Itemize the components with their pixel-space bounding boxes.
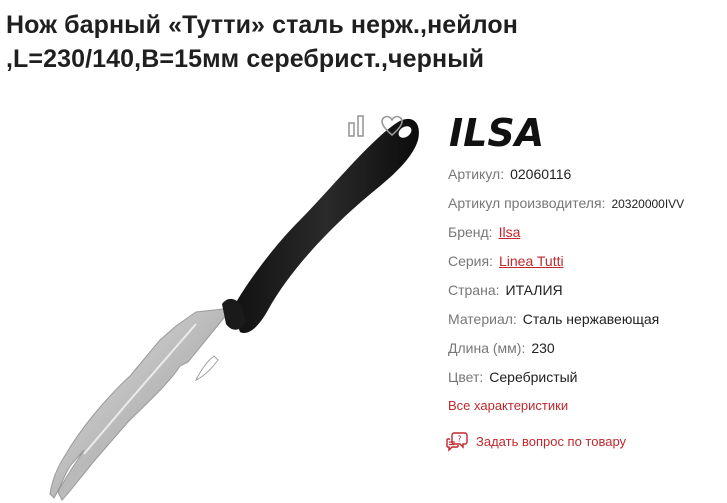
spec-label: Артикул: — [448, 166, 505, 182]
spec-label: Страна: — [448, 282, 500, 298]
spec-article: Артикул: 02060116 — [448, 160, 727, 189]
spec-label: Артикул производителя: — [448, 195, 606, 211]
knife-image — [49, 118, 419, 501]
product-title: Нож барный «Тутти» сталь нерж.,нейлон ,L… — [6, 11, 518, 73]
spec-label: Материал: — [448, 311, 517, 327]
question-chat-icon: ? — [446, 432, 468, 452]
spec-material: Материал: Сталь нержавеющая — [448, 305, 727, 334]
product-actions — [345, 113, 405, 139]
spec-value: 230 — [531, 340, 555, 356]
brand-logo: ILSA — [447, 111, 557, 157]
spec-value: Сталь нержавеющая — [522, 311, 660, 327]
brand-link[interactable]: Ilsa — [499, 224, 521, 240]
series-link[interactable]: Linea Tutti — [499, 253, 564, 269]
spec-label: Длина (мм): — [448, 340, 526, 356]
heart-icon[interactable] — [379, 113, 405, 139]
spec-country: Страна: ИТАЛИЯ — [448, 276, 727, 305]
spec-manufacturer-article: Артикул производителя: 20320000IVV — [448, 189, 727, 218]
specs-list: Артикул: 02060116 Артикул производителя: 2… — [448, 160, 727, 392]
spec-color: Цвет: Серебристый — [448, 363, 727, 392]
spec-label: Бренд: — [448, 224, 493, 240]
spec-value: Серебристый — [489, 369, 578, 385]
brand-logo-text: ILSA — [449, 112, 544, 152]
svg-text:?: ? — [457, 435, 461, 444]
spec-value: 02060116 — [510, 166, 572, 182]
ask-question-link[interactable]: ? Задать вопрос по товару — [446, 430, 626, 452]
spec-length: Длина (мм): 230 — [448, 334, 727, 363]
spec-label: Серия: — [448, 253, 493, 269]
spec-value: ИТАЛИЯ — [505, 282, 563, 298]
spec-label: Цвет: — [448, 369, 484, 385]
compare-icon[interactable] — [345, 113, 371, 139]
all-specs-link[interactable]: Все характеристики — [448, 398, 568, 413]
spec-series: Серия: Linea Tutti — [448, 247, 727, 276]
spec-value: 20320000IVV — [611, 197, 685, 211]
spec-brand: Бренд: Ilsa — [448, 218, 727, 247]
ask-question-label: Задать вопрос по товару — [476, 433, 627, 449]
product-image — [0, 100, 440, 503]
